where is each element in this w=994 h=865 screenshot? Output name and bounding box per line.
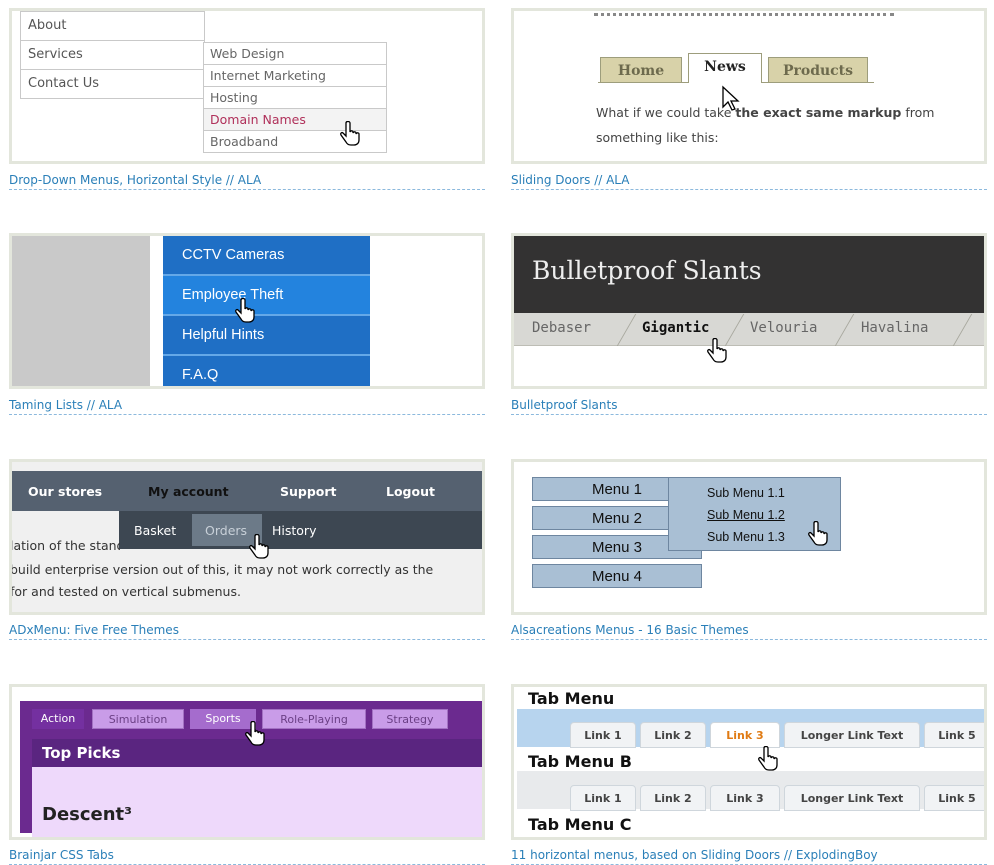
slant-tab-velouria[interactable]: Velouria <box>750 320 817 336</box>
body-text-part-c: from <box>901 105 935 120</box>
caption-taming-lists-link[interactable]: Taming Lists // ALA <box>9 398 485 415</box>
adx-item-our-stores[interactable]: Our stores <box>28 484 102 499</box>
caption-dropdown-link[interactable]: Drop-Down Menus, Horizontal Style // ALA <box>9 173 485 190</box>
adx-body-line1: lation of the standard menu, demonstrate… <box>10 538 120 553</box>
bulletproof-slants-thumbnail[interactable]: Bulletproof Slants Debaser Gigantic Velo… <box>511 233 987 389</box>
slants-title: Bulletproof Slants <box>532 256 762 285</box>
slant-tab-debaser[interactable]: Debaser <box>532 320 591 336</box>
submenu-item-internet-marketing[interactable]: Internet Marketing <box>204 65 386 87</box>
gray-placeholder <box>12 236 150 386</box>
adx-body-line2: build enterprise version out of this, it… <box>10 562 434 577</box>
adx-sub-history[interactable]: History <box>272 523 316 538</box>
adx-sub-orders[interactable]: Orders <box>205 523 247 538</box>
caption-brainjar-link[interactable]: Brainjar CSS Tabs <box>9 848 485 865</box>
menu-item-about[interactable]: About <box>21 12 204 41</box>
body-text-line2: something like this: <box>596 130 719 145</box>
tab-menu-b-heading: Tab Menu B <box>528 752 632 771</box>
body-text-line1: What if we could take the exact same mar… <box>596 105 934 120</box>
dropdown-thumbnail[interactable]: About Services Contact Us Web Design Int… <box>9 8 485 164</box>
hm-b-link-3[interactable]: Link 3 <box>710 785 780 811</box>
hand-cursor-icon <box>707 338 727 363</box>
caption-horizontal-menus-link[interactable]: 11 horizontal menus, based on Sliding Do… <box>511 848 987 865</box>
adx-item-my-account[interactable]: My account <box>148 484 229 499</box>
list-item-faq[interactable]: F.A.Q <box>163 356 370 386</box>
tab-menu-heading: Tab Menu <box>528 689 615 708</box>
tab-products[interactable]: Products <box>768 57 868 83</box>
hm-b-link-2[interactable]: Link 2 <box>640 785 706 811</box>
hand-cursor-icon <box>758 746 778 771</box>
horizontal-menus-thumbnail[interactable]: Tab Menu Link 1 Link 2 Link 3 Longer Lin… <box>511 684 987 840</box>
menu-item-services[interactable]: Services <box>21 41 204 70</box>
adx-body-line3: for and tested on vertical submenus. <box>10 584 241 599</box>
menu-item-contact[interactable]: Contact Us <box>21 70 204 98</box>
tab-home[interactable]: Home <box>600 57 682 83</box>
bj-tab-role-playing[interactable]: Role-Playing <box>262 709 366 729</box>
hand-cursor-icon <box>808 521 828 546</box>
submenu-item-web-design[interactable]: Web Design <box>204 43 386 65</box>
adx-sub-basket[interactable]: Basket <box>134 523 176 538</box>
hm-b-link-5[interactable]: Link 5 <box>924 785 984 811</box>
caption-bulletproof-slants-link[interactable]: Bulletproof Slants <box>511 398 987 415</box>
alsa-sub-1-1[interactable]: Sub Menu 1.1 <box>707 486 785 500</box>
brainjar-content-title: Descent³ <box>42 804 133 825</box>
bj-tab-strategy[interactable]: Strategy <box>372 709 448 729</box>
list-item-helpful-hints[interactable]: Helpful Hints <box>163 316 370 356</box>
hm-a-link-longer[interactable]: Longer Link Text <box>784 722 920 748</box>
caption-adxmenu-link[interactable]: ADxMenu: Five Free Themes <box>9 623 485 640</box>
submenu-item-hosting[interactable]: Hosting <box>204 87 386 109</box>
hm-b-link-longer[interactable]: Longer Link Text <box>784 785 920 811</box>
hm-a-link-5[interactable]: Link 5 <box>924 722 984 748</box>
alsa-sub-1-3[interactable]: Sub Menu 1.3 <box>707 530 785 544</box>
hm-b-link-1[interactable]: Link 1 <box>570 785 636 811</box>
alsacreations-thumbnail[interactable]: Menu 1 Menu 2 Menu 3 Menu 4 Sub Menu 1.1… <box>511 459 987 615</box>
adx-item-logout[interactable]: Logout <box>386 484 435 499</box>
brainjar-content <box>32 767 482 837</box>
caption-sliding-doors-link[interactable]: Sliding Doors // ALA <box>511 173 987 190</box>
hand-cursor-icon <box>245 721 265 746</box>
tab-news[interactable]: News <box>688 53 762 83</box>
body-text-part-a: What if we could take <box>596 105 736 120</box>
caption-alsacreations-link[interactable]: Alsacreations Menus - 16 Basic Themes <box>511 623 987 640</box>
hand-cursor-icon <box>340 121 360 146</box>
alsa-sub-1-2[interactable]: Sub Menu 1.2 <box>707 508 785 522</box>
adx-item-support[interactable]: Support <box>280 484 337 499</box>
cropped-text-line <box>594 11 894 16</box>
list-item-cctv[interactable]: CCTV Cameras <box>163 236 370 276</box>
sliding-doors-thumbnail[interactable]: Home News Products What if we could take… <box>511 8 987 164</box>
hm-a-link-3[interactable]: Link 3 <box>710 722 780 748</box>
adxmenu-thumbnail[interactable]: Our stores My account Support Logout Bas… <box>9 459 485 615</box>
body-text-bold: the exact same markup <box>735 105 902 120</box>
slant-tab-gigantic[interactable]: Gigantic <box>642 320 709 336</box>
bj-tab-action[interactable]: Action <box>32 709 84 729</box>
tab-menu-c-heading: Tab Menu C <box>528 815 632 834</box>
bj-tab-simulation[interactable]: Simulation <box>92 709 184 729</box>
taming-lists-thumbnail[interactable]: CCTV Cameras Employee Theft Helpful Hint… <box>9 233 485 389</box>
list-item-employee-theft[interactable]: Employee Theft <box>163 276 370 316</box>
taming-list-menu: CCTV Cameras Employee Theft Helpful Hint… <box>163 236 370 386</box>
hand-cursor-icon <box>235 298 255 323</box>
arrow-cursor-icon <box>722 85 740 111</box>
brainjar-thumbnail[interactable]: Action Simulation Sports Role-Playing St… <box>9 684 485 840</box>
hm-a-link-2[interactable]: Link 2 <box>640 722 706 748</box>
hand-cursor-icon <box>249 534 269 559</box>
slant-tab-havalina[interactable]: Havalina <box>861 320 928 336</box>
alsa-menu-4[interactable]: Menu 4 <box>532 564 702 588</box>
dropdown-main-menu: About Services Contact Us <box>20 11 205 99</box>
hm-a-link-1[interactable]: Link 1 <box>570 722 636 748</box>
